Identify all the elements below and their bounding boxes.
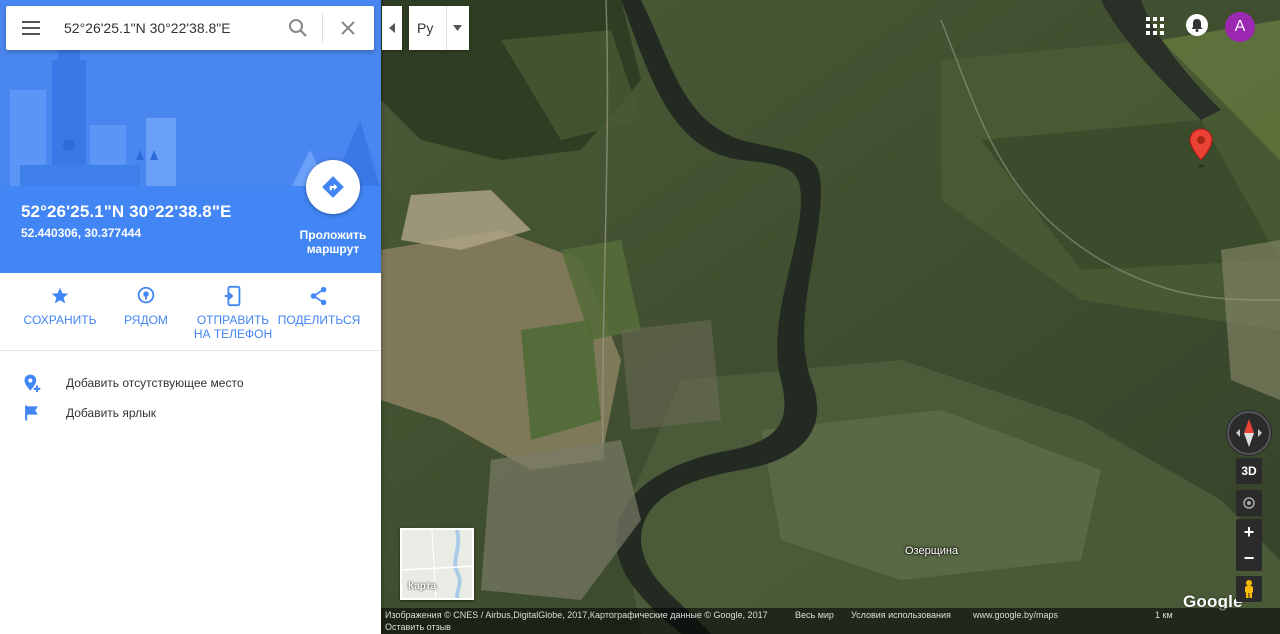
add-label-link[interactable]: Добавить ярлык [0,399,381,427]
attribution-text: Изображения © CNES / Airbus,DigitalGlobe… [385,610,768,620]
place-decimal-coordinates: 52.440306, 30.377444 [21,226,142,240]
directions-button[interactable] [306,160,360,214]
world-link[interactable]: Весь мир [795,610,834,620]
apps-grid-icon[interactable] [1145,16,1165,36]
map-layer-toggle[interactable]: Карта [400,528,474,600]
feedback-bar: Оставить отзыв [381,622,1280,634]
compass-button[interactable] [1226,410,1272,456]
zoom-in-button[interactable]: + [1236,519,1262,545]
my-location-button[interactable] [1236,490,1262,516]
language-selector[interactable]: Ру [409,6,469,50]
add-place-icon [24,374,41,393]
street-view-pegman[interactable] [1236,576,1262,602]
send-to-phone-button[interactable]: ОТПРАВИТЬ НА ТЕЛЕФОН [188,285,278,341]
notifications-button[interactable] [1186,14,1208,36]
directions-label[interactable]: Проложить маршрут [288,228,378,256]
flag-icon [25,405,38,421]
search-icon[interactable] [286,16,310,40]
send-to-phone-icon [224,285,241,307]
terms-link[interactable]: Условия использования [851,610,951,620]
save-button[interactable]: СОХРАНИТЬ [15,285,105,327]
maps-app: Озерщина Google 52°26'25.1"N 30°22'38.8"… [0,0,1280,634]
close-icon[interactable] [336,16,360,40]
language-divider [446,6,447,50]
site-link[interactable]: www.google.by/maps [973,610,1058,620]
search-divider [322,14,323,42]
minimap-label: Карта [408,581,437,592]
directions-icon [322,176,344,198]
compass-icon [1227,411,1271,455]
satellite-imagery [381,0,1280,634]
my-location-icon [1243,497,1255,509]
language-label: Ру [417,20,434,36]
map-footer: Изображения © CNES / Airbus,DigitalGlobe… [381,608,1280,622]
caret-left-icon [389,23,395,33]
satellite-map[interactable]: Озерщина Google [381,0,1280,634]
add-missing-place-label: Добавить отсутствующее место [66,376,244,390]
3d-toggle-button[interactable]: 3D [1236,458,1262,484]
bell-icon [1191,19,1203,32]
nearby-label: РЯДОМ [124,313,168,327]
collapse-panel-button[interactable] [382,6,402,50]
hamburger-menu-icon[interactable] [18,17,44,39]
pegman-icon [1245,580,1253,598]
save-label: СОХРАНИТЬ [23,313,97,327]
add-label-label: Добавить ярлык [66,406,157,420]
add-missing-place-link[interactable]: Добавить отсутствующее место [0,369,381,397]
share-icon [310,286,327,306]
side-panel: 52°26'25.1"N 30°22'38.8"E 52.440306, 30.… [0,0,381,634]
caret-down-icon [453,25,462,31]
share-button[interactable]: ПОДЕЛИТЬСЯ [274,285,364,327]
zoom-out-button[interactable]: − [1236,545,1262,571]
account-avatar[interactable]: A [1225,12,1255,42]
search-box [6,6,374,50]
place-title: 52°26'25.1"N 30°22'38.8"E [21,202,232,221]
send-to-phone-label: ОТПРАВИТЬ НА ТЕЛЕФОН [193,313,273,341]
nearby-pin-icon [137,286,155,304]
feedback-link[interactable]: Оставить отзыв [385,622,451,632]
scale-label: 1 км [1155,610,1173,620]
action-bar: СОХРАНИТЬ РЯДОМ ОТПРАВИТЬ НА ТЕЛЕФОН ПОД… [0,273,381,351]
nearby-button[interactable]: РЯДОМ [101,285,191,327]
star-icon [51,287,69,304]
search-input[interactable] [64,17,284,39]
share-label: ПОДЕЛИТЬСЯ [277,313,361,327]
village-label: Озерщина [905,545,959,557]
location-pin-icon[interactable] [1189,128,1213,170]
